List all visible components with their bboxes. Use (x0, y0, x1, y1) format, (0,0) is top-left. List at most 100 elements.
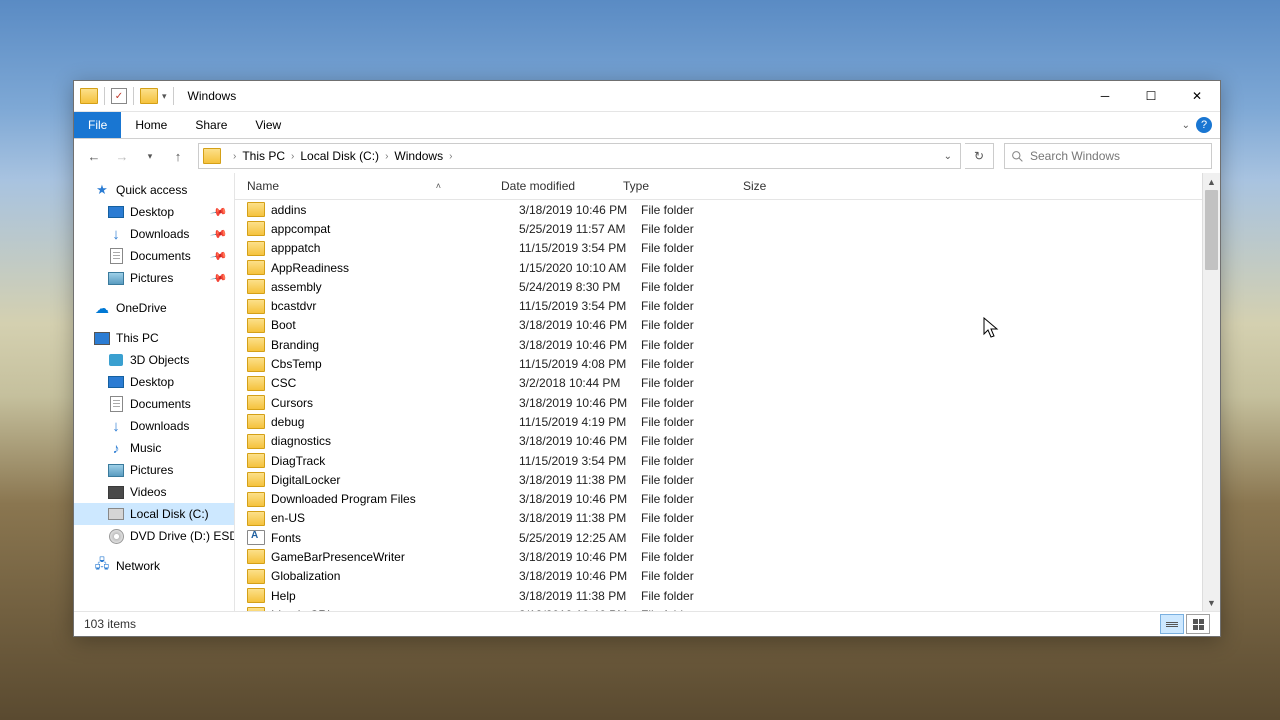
nav-desktop-pc[interactable]: Desktop (74, 371, 234, 393)
file-row[interactable]: DigitalLocker3/18/2019 11:38 PMFile fold… (235, 470, 1220, 489)
folder-icon (247, 414, 265, 429)
file-row[interactable]: diagnostics3/18/2019 10:46 PMFile folder (235, 432, 1220, 451)
file-list-area: Name˄ Date modified Type Size addins3/18… (235, 173, 1220, 611)
file-row[interactable]: bcastdvr11/15/2019 3:54 PMFile folder (235, 296, 1220, 315)
ribbon-collapse-icon[interactable]: ⌄ (1182, 120, 1190, 131)
nav-3d-objects[interactable]: 3D Objects (74, 349, 234, 371)
address-dropdown-icon[interactable]: ⌄ (936, 151, 960, 162)
column-name[interactable]: Name˄ (247, 179, 501, 193)
nav-pictures-pc[interactable]: Pictures (74, 459, 234, 481)
address-bar[interactable]: › This PC› Local Disk (C:)› Windows› ⌄ (198, 143, 961, 169)
file-row[interactable]: en-US3/18/2019 11:38 PMFile folder (235, 509, 1220, 528)
file-row[interactable]: GameBarPresenceWriter3/18/2019 10:46 PMF… (235, 547, 1220, 566)
close-button[interactable]: ✕ (1174, 81, 1220, 111)
folder-icon (247, 453, 265, 468)
chevron-right-icon: › (291, 151, 294, 162)
refresh-button[interactable]: ↻ (965, 143, 994, 169)
nav-music[interactable]: ♪Music (74, 437, 234, 459)
scroll-up-icon[interactable]: ▲ (1203, 173, 1220, 190)
nav-onedrive[interactable]: ☁OneDrive (74, 297, 234, 319)
titlebar[interactable]: ✓ ▾ Windows ─ ☐ ✕ (74, 81, 1220, 112)
file-date: 11/15/2019 3:54 PM (519, 241, 641, 255)
column-type[interactable]: Type (623, 179, 743, 193)
file-row[interactable]: Branding3/18/2019 10:46 PMFile folder (235, 335, 1220, 354)
breadcrumb[interactable]: This PC› (242, 149, 300, 163)
folder-icon[interactable] (140, 88, 158, 104)
file-row[interactable]: assembly5/24/2019 8:30 PMFile folder (235, 277, 1220, 296)
icons-view-button[interactable] (1186, 614, 1210, 634)
tab-home[interactable]: Home (121, 112, 181, 138)
nav-documents[interactable]: Documents📌 (74, 245, 234, 267)
folder-icon (247, 299, 265, 314)
file-date: 3/18/2019 11:38 PM (519, 589, 641, 603)
chevron-right-icon[interactable]: › (233, 151, 236, 162)
help-icon[interactable]: ? (1196, 117, 1212, 133)
file-row[interactable]: CbsTemp11/15/2019 4:08 PMFile folder (235, 354, 1220, 373)
nav-local-disk[interactable]: Local Disk (C:) (74, 503, 234, 525)
recent-dropdown-icon[interactable]: ▾ (138, 144, 162, 168)
file-name: GameBarPresenceWriter (271, 550, 519, 564)
file-name: Help (271, 589, 519, 603)
explorer-body: ★Quick access Desktop📌 ↓Downloads📌 Docum… (74, 173, 1220, 611)
details-view-button[interactable] (1160, 614, 1184, 634)
scrollbar-thumb[interactable] (1205, 190, 1218, 270)
file-date: 3/18/2019 11:38 PM (519, 511, 641, 525)
search-input[interactable]: Search Windows (1004, 143, 1212, 169)
nav-dvd-drive[interactable]: DVD Drive (D:) ESD- (74, 525, 234, 547)
column-date[interactable]: Date modified (501, 179, 623, 193)
nav-this-pc[interactable]: This PC (74, 327, 234, 349)
nav-desktop[interactable]: Desktop📌 (74, 201, 234, 223)
column-size[interactable]: Size (743, 179, 813, 193)
file-row[interactable]: CSC3/2/2018 10:44 PMFile folder (235, 374, 1220, 393)
folder-icon (247, 337, 265, 352)
back-button[interactable]: ← (82, 144, 106, 168)
navigation-pane[interactable]: ★Quick access Desktop📌 ↓Downloads📌 Docum… (74, 173, 235, 611)
file-type: File folder (641, 531, 761, 545)
tab-file[interactable]: File (74, 112, 121, 138)
file-row[interactable]: IdentityCRL3/18/2019 10:46 PMFile folder (235, 605, 1220, 611)
file-name: Branding (271, 338, 519, 352)
file-row[interactable]: addins3/18/2019 10:46 PMFile folder (235, 200, 1220, 219)
folder-icon (247, 318, 265, 333)
separator (104, 87, 105, 105)
nav-videos[interactable]: Videos (74, 481, 234, 503)
file-row[interactable]: Boot3/18/2019 10:46 PMFile folder (235, 316, 1220, 335)
quick-access-save-icon[interactable]: ✓ (111, 88, 127, 104)
file-row[interactable]: appcompat5/25/2019 11:57 AMFile folder (235, 219, 1220, 238)
up-button[interactable]: ↑ (166, 144, 190, 168)
file-row[interactable]: Help3/18/2019 11:38 PMFile folder (235, 586, 1220, 605)
item-count: 103 items (84, 617, 136, 631)
ribbon-tabs: File Home Share View ⌄ ? (74, 112, 1220, 139)
file-row[interactable]: Cursors3/18/2019 10:46 PMFile folder (235, 393, 1220, 412)
maximize-button[interactable]: ☐ (1128, 81, 1174, 111)
nav-documents-pc[interactable]: Documents (74, 393, 234, 415)
file-row[interactable]: AppReadiness1/15/2020 10:10 AMFile folde… (235, 258, 1220, 277)
breadcrumb[interactable]: Local Disk (C:)› (300, 149, 394, 163)
minimize-button[interactable]: ─ (1082, 81, 1128, 111)
folder-icon (247, 260, 265, 275)
nav-network[interactable]: 🖧Network (74, 555, 234, 577)
nav-quick-access[interactable]: ★Quick access (74, 179, 234, 201)
file-row[interactable]: Globalization3/18/2019 10:46 PMFile fold… (235, 567, 1220, 586)
breadcrumb[interactable]: Windows› (394, 149, 458, 163)
nav-downloads-pc[interactable]: ↓Downloads (74, 415, 234, 437)
tab-share[interactable]: Share (181, 112, 241, 138)
scroll-down-icon[interactable]: ▼ (1203, 594, 1220, 611)
qat-dropdown-icon[interactable]: ▾ (162, 91, 167, 102)
folder-icon (247, 549, 265, 564)
document-icon (110, 396, 123, 412)
file-row[interactable]: Fonts5/25/2019 12:25 AMFile folder (235, 528, 1220, 547)
file-type: File folder (641, 280, 761, 294)
file-row[interactable]: debug11/15/2019 4:19 PMFile folder (235, 412, 1220, 431)
nav-downloads[interactable]: ↓Downloads📌 (74, 223, 234, 245)
file-row[interactable]: apppatch11/15/2019 3:54 PMFile folder (235, 239, 1220, 258)
file-list[interactable]: addins3/18/2019 10:46 PMFile folderappco… (235, 200, 1220, 611)
forward-button[interactable]: → (110, 144, 134, 168)
file-row[interactable]: Downloaded Program Files3/18/2019 10:46 … (235, 489, 1220, 508)
separator (133, 87, 134, 105)
file-row[interactable]: DiagTrack11/15/2019 3:54 PMFile folder (235, 451, 1220, 470)
tab-view[interactable]: View (241, 112, 295, 138)
nav-pictures[interactable]: Pictures📌 (74, 267, 234, 289)
folder-icon (247, 434, 265, 449)
scrollbar[interactable]: ▲ ▼ (1202, 173, 1220, 611)
